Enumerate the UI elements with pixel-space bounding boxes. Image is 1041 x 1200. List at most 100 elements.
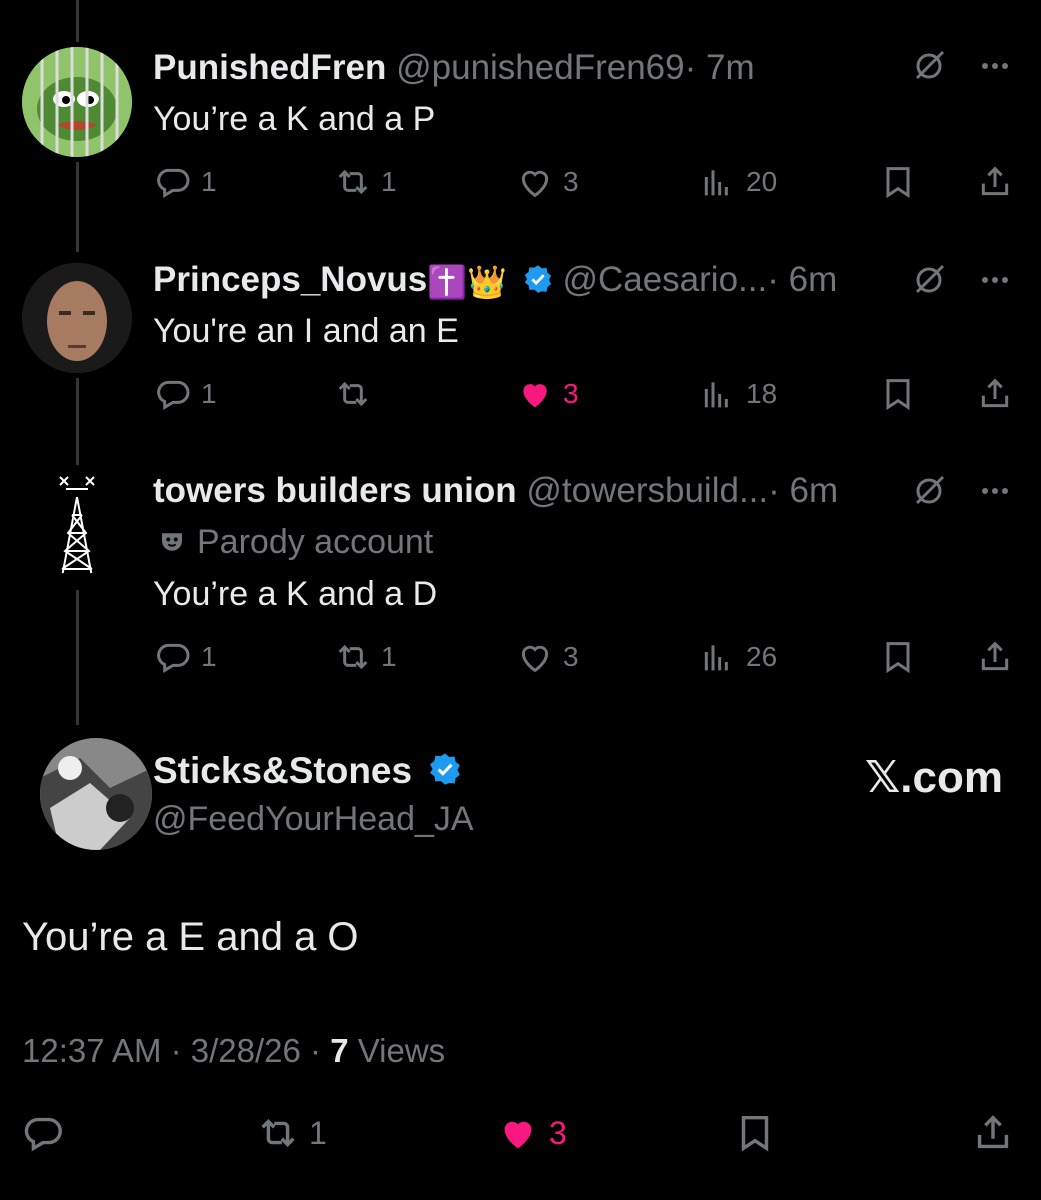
heart-filled-icon <box>523 384 547 408</box>
heart-icon <box>521 645 549 673</box>
reply-icon <box>157 168 190 198</box>
repost-button[interactable]: 1 <box>255 1108 327 1158</box>
verified-icon <box>430 753 461 785</box>
share-icon <box>977 1115 1009 1149</box>
bookmark-button[interactable] <box>878 372 918 416</box>
bookmark-button[interactable] <box>878 635 918 679</box>
repost-button[interactable] <box>333 372 381 416</box>
reply-post[interactable]: Princeps_Novus✝️👑 @Caesario...· 6m You'r… <box>0 220 1041 435</box>
parody-text: Parody account <box>197 523 434 561</box>
like-count: 3 <box>563 378 579 409</box>
views-button[interactable]: 26 <box>698 635 777 679</box>
views-icon <box>704 645 728 671</box>
more-icon[interactable] <box>977 48 1013 84</box>
reply-button[interactable]: 1 <box>153 160 217 204</box>
views-icon <box>704 382 728 408</box>
repost-count: 1 <box>381 641 397 672</box>
more-icon[interactable] <box>977 473 1013 509</box>
name-emojis: ✝️👑 <box>427 264 507 300</box>
like-button[interactable]: 3 <box>495 1108 567 1158</box>
avatar[interactable] <box>22 263 132 373</box>
bookmark-icon <box>741 1115 769 1152</box>
grok-icon[interactable] <box>911 48 947 84</box>
post-menu <box>911 473 1013 509</box>
handle[interactable]: @towersbuild... <box>526 471 768 510</box>
post-header: PunishedFren @punishedFren69· 7m <box>153 48 755 88</box>
reply-post[interactable]: PunishedFren @punishedFren69· 7m You’re … <box>0 0 1041 220</box>
display-name[interactable]: PunishedFren <box>153 48 386 87</box>
handle[interactable]: @punishedFren69 <box>396 48 685 87</box>
display-name[interactable]: Princeps_Novus <box>153 260 427 299</box>
post-header: Princeps_Novus✝️👑 @Caesario...· 6m <box>153 260 837 302</box>
views-count: 20 <box>746 166 778 197</box>
like-count: 3 <box>549 1114 567 1151</box>
heart-filled-icon <box>504 1121 532 1149</box>
share-button[interactable] <box>975 372 1015 416</box>
views-count: 18 <box>746 378 778 409</box>
like-button[interactable]: 3 <box>515 372 579 416</box>
avatar[interactable] <box>40 738 152 850</box>
post-text: You’re a E and a O <box>22 915 359 959</box>
display-name[interactable]: towers builders union <box>153 471 517 510</box>
post-menu <box>911 262 1013 298</box>
grok-icon[interactable] <box>911 262 947 298</box>
timestamp[interactable]: · 7m <box>685 48 755 87</box>
bookmark-button[interactable] <box>878 160 918 204</box>
reply-button[interactable]: 1 <box>153 635 217 679</box>
avatar[interactable] <box>22 47 132 157</box>
reply-button[interactable]: 1 <box>153 372 217 416</box>
timestamp[interactable]: · 6m <box>767 260 837 299</box>
handle[interactable]: @FeedYourHead_JA <box>153 800 474 839</box>
share-icon <box>981 166 1009 196</box>
reply-count: 1 <box>201 641 217 672</box>
avatar[interactable] <box>22 465 132 575</box>
post-menu <box>911 48 1013 84</box>
views-button[interactable]: 18 <box>698 372 777 416</box>
repost-count: 1 <box>381 166 397 197</box>
grok-icon[interactable] <box>911 473 947 509</box>
like-count: 3 <box>563 166 579 197</box>
views-count: 26 <box>746 641 778 672</box>
like-button[interactable]: 3 <box>515 160 579 204</box>
bookmark-icon <box>886 167 910 199</box>
reply-button[interactable] <box>20 1108 66 1158</box>
action-bar: 1 3 18 <box>153 372 1023 416</box>
repost-button[interactable]: 1 <box>333 160 397 204</box>
share-icon <box>981 378 1009 408</box>
post-text: You’re a K and a P <box>153 100 436 138</box>
more-icon[interactable] <box>977 262 1013 298</box>
share-button[interactable] <box>970 1108 1016 1158</box>
display-name[interactable]: Sticks&Stones <box>153 750 462 792</box>
share-icon <box>981 641 1009 671</box>
reply-count: 1 <box>201 378 217 409</box>
post-meta: 12:37 AM · 3/28/26 · 7 Views <box>22 1032 445 1070</box>
repost-button[interactable]: 1 <box>333 635 397 679</box>
reply-post[interactable]: towers builders union @towersbuild...· 6… <box>0 435 1041 690</box>
timestamp[interactable]: 12:37 AM · 3/28/26 · <box>22 1032 330 1069</box>
reply-icon <box>157 380 190 410</box>
post-text: You're an I and an E <box>153 312 459 350</box>
share-button[interactable] <box>975 160 1015 204</box>
repost-icon <box>338 381 368 407</box>
handle[interactable]: @Caesario... <box>562 260 767 299</box>
bookmark-icon <box>886 642 910 674</box>
timestamp[interactable]: · 6m <box>768 471 838 510</box>
reply-icon <box>24 1117 62 1152</box>
reply-count: 1 <box>201 166 217 197</box>
action-bar: 1 1 3 20 <box>153 160 1023 204</box>
post-header: towers builders union @towersbuild...· 6… <box>153 471 838 511</box>
display-name-text: Sticks&Stones <box>153 750 413 791</box>
views-button[interactable]: 20 <box>698 160 777 204</box>
like-button[interactable]: 3 <box>515 635 579 679</box>
views-label: Views <box>348 1032 446 1069</box>
mask-icon <box>162 533 182 551</box>
post-text: You’re a K and a D <box>153 575 438 613</box>
action-bar: 1 1 3 26 <box>153 635 1023 679</box>
share-button[interactable] <box>975 635 1015 679</box>
bookmark-button[interactable] <box>732 1108 778 1158</box>
site-logo: 𝕏.com <box>864 753 1003 802</box>
action-bar: 1 3 <box>20 1108 1020 1158</box>
views-icon <box>704 170 728 196</box>
repost-count: 1 <box>309 1114 327 1151</box>
views-count: 7 <box>330 1032 349 1069</box>
